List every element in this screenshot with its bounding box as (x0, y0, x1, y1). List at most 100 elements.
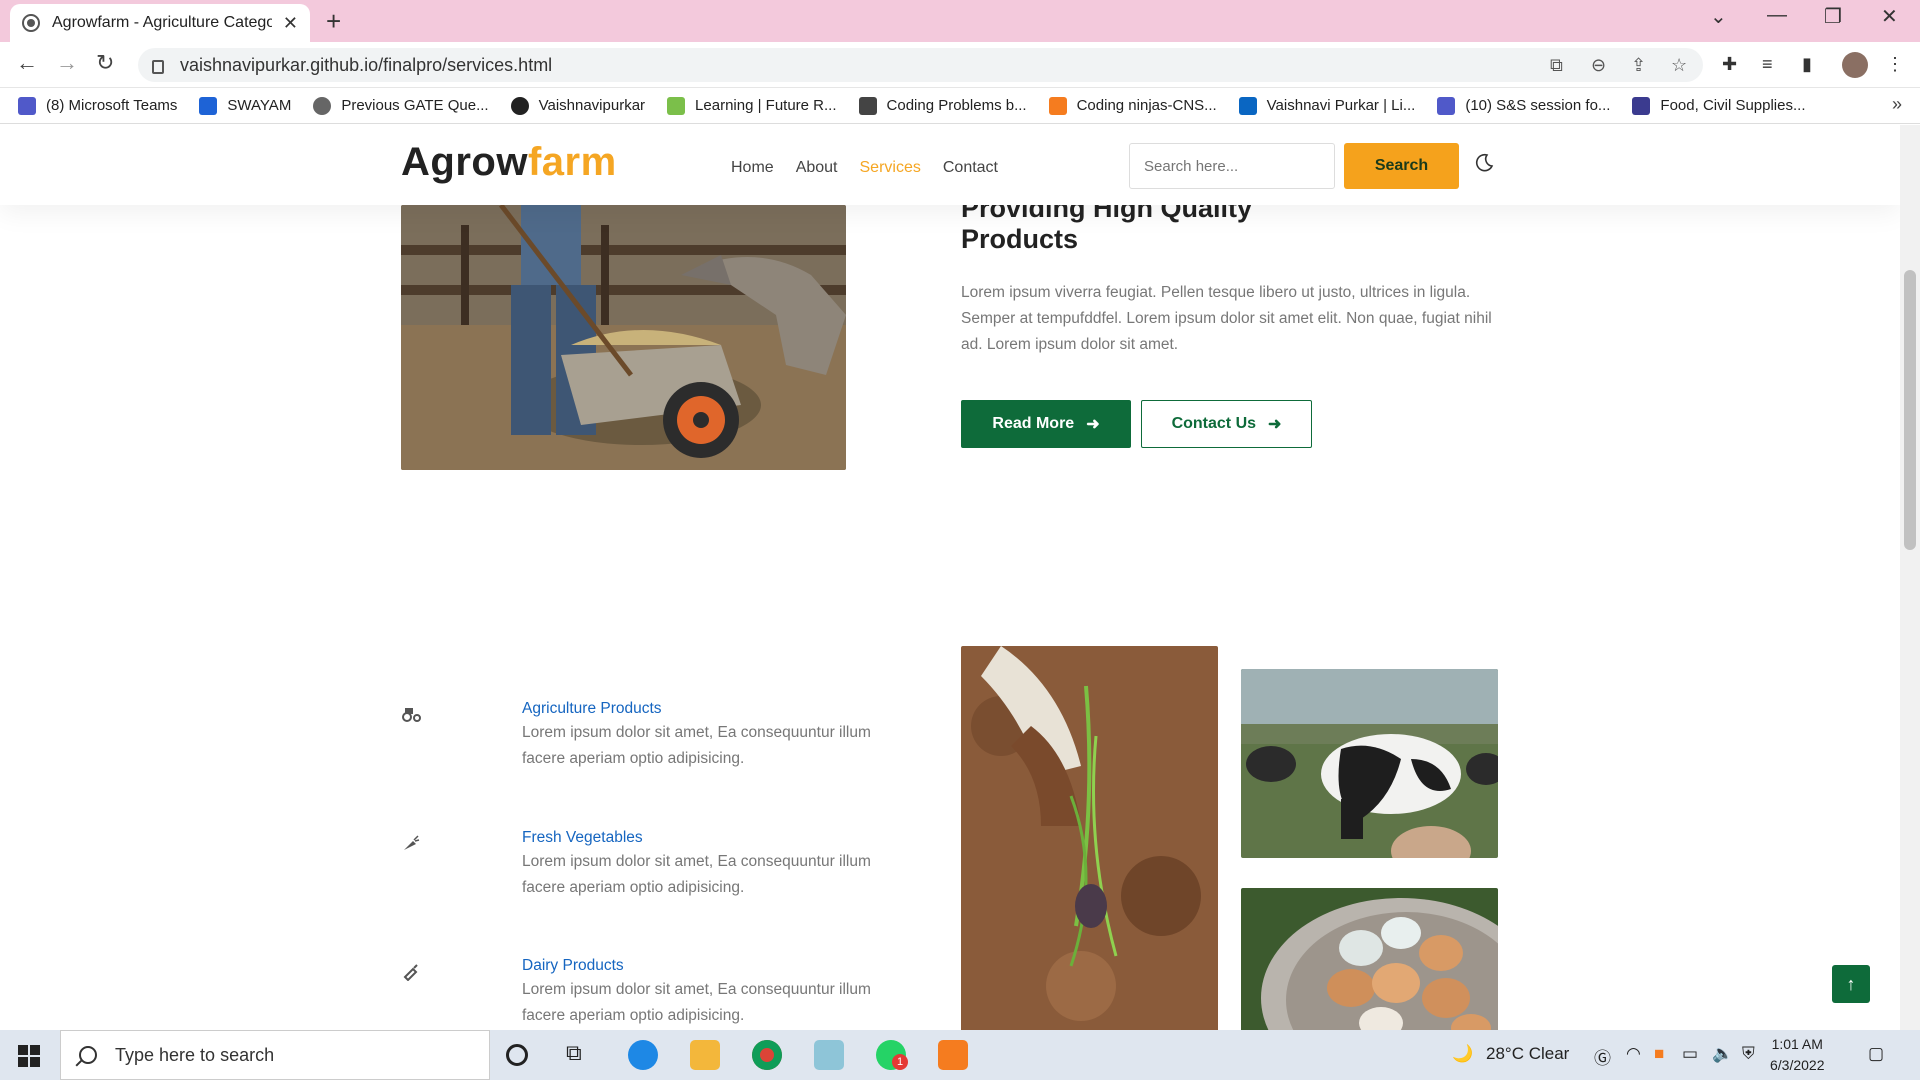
security-icon[interactable]: ⛨ (1742, 1044, 1755, 1064)
service-description: Lorem ipsum dolor sit amet, Ea consequun… (522, 981, 871, 1024)
extensions-icon[interactable]: ✚ (1722, 54, 1737, 75)
coding-ninjas-icon (1048, 96, 1067, 115)
nic-icon (1632, 96, 1651, 115)
bookmark-item[interactable]: Learning | Future R... (667, 96, 837, 115)
quick-heal-tray-icon[interactable]: ■ (1654, 1044, 1664, 1064)
weather-text[interactable]: 28°C Clear (1486, 1044, 1569, 1064)
bookmark-label: Vaishnavi Purkar | Li... (1266, 97, 1416, 114)
service-description: Lorem ipsum dolor sit amet, Ea consequun… (522, 853, 871, 896)
learning-icon (667, 96, 686, 115)
read-more-button[interactable]: Read More ➜ (961, 400, 1131, 448)
edge-icon[interactable] (628, 1040, 658, 1070)
clock[interactable]: 1:01 AM 6/3/2022 (1770, 1034, 1825, 1076)
volume-icon[interactable]: 🔈 (1712, 1044, 1733, 1064)
notepad-icon[interactable] (814, 1040, 844, 1070)
omnibox[interactable]: vaishnavipurkar.github.io/finalpro/servi… (138, 48, 1703, 82)
service-title[interactable]: Fresh Vegetables (522, 829, 643, 847)
dark-mode-moon-icon[interactable] (1474, 153, 1494, 173)
bookmark-item[interactable]: Food, Civil Supplies... (1632, 96, 1806, 115)
reload-icon[interactable]: ↻ (96, 50, 114, 76)
address-bar-row: ← → ↻ vaishnavipurkar.github.io/finalpro… (0, 42, 1920, 88)
scrollbar-thumb[interactable] (1904, 270, 1916, 550)
bookmark-label: (10) S&S session fo... (1465, 97, 1611, 114)
clock-date: 6/3/2022 (1770, 1057, 1825, 1073)
close-tab-icon[interactable]: ✕ (283, 13, 298, 34)
tab-title: Agrowfarm - Agriculture Category (52, 14, 272, 31)
globe-icon (22, 14, 40, 32)
bookmark-star-icon[interactable]: ☆ (1671, 55, 1687, 76)
bookmark-item[interactable]: (10) S&S session fo... (1437, 96, 1611, 115)
side-panel-icon[interactable]: ▮ (1802, 54, 1812, 75)
nav-home[interactable]: Home (731, 159, 774, 177)
hero-title-line2: Products (961, 224, 1079, 254)
file-explorer-icon[interactable] (690, 1040, 720, 1070)
grammarly-icon[interactable]: Ⓖ (1594, 1044, 1611, 1069)
service-title[interactable]: Dairy Products (522, 957, 624, 975)
nav-contact[interactable]: Contact (943, 159, 998, 177)
back-icon[interactable]: ← (16, 50, 38, 76)
bookmark-item[interactable]: SWAYAM (199, 96, 291, 115)
eggs-image (1241, 888, 1498, 1030)
battery-icon[interactable]: ▭ (1682, 1044, 1698, 1064)
task-view-icon[interactable]: ⧉ (566, 1040, 596, 1070)
bookmark-item[interactable]: Vaishnavi Purkar | Li... (1238, 96, 1416, 115)
quick-heal-icon[interactable] (938, 1040, 968, 1070)
browser-tab[interactable]: Agrowfarm - Agriculture Category ✕ (10, 4, 310, 42)
new-tab-icon[interactable]: + (326, 6, 341, 37)
carrot-icon (404, 835, 420, 850)
chrome-icon[interactable] (752, 1040, 782, 1070)
teams-icon (1437, 96, 1456, 115)
logo-main: Agrow (401, 140, 528, 184)
bookmark-item[interactable]: Previous GATE Que... (313, 96, 489, 115)
weather-moon-icon[interactable]: 🌙 (1452, 1044, 1473, 1064)
swayam-icon (199, 96, 218, 115)
bookmark-item[interactable]: Vaishnavipurkar (510, 96, 645, 115)
contact-us-label: Contact Us (1171, 415, 1257, 432)
minimize-icon[interactable]: — (1767, 4, 1787, 27)
logo-accent: farm (527, 140, 617, 184)
tractor-icon (402, 708, 421, 722)
more-bookmarks-icon[interactable]: » (1892, 94, 1902, 115)
gate-icon (313, 96, 332, 115)
scrollbar[interactable] (1900, 125, 1920, 1030)
bookmark-item[interactable]: (8) Microsoft Teams (18, 96, 178, 115)
service-title[interactable]: Agriculture Products (522, 700, 662, 718)
bookmark-label: (8) Microsoft Teams (46, 97, 178, 114)
notifications-icon[interactable]: ▢ (1868, 1044, 1884, 1064)
web-page: Agrowfarm Home About Services Contact Se… (0, 125, 1900, 1030)
wifi-icon[interactable]: ◠ (1626, 1044, 1641, 1064)
cortana-icon[interactable] (506, 1044, 528, 1066)
bookmark-label: Previous GATE Que... (341, 97, 489, 114)
tab-search-icon[interactable]: ⌄ (1710, 4, 1727, 29)
bottle-icon (403, 964, 418, 981)
lock-icon[interactable] (152, 60, 164, 74)
profile-avatar[interactable] (1842, 52, 1868, 78)
bookmark-label: Coding ninjas-CNS... (1076, 97, 1217, 114)
nav-services[interactable]: Services (860, 159, 921, 177)
translate-icon[interactable]: ⧉ (1550, 55, 1563, 76)
url-text[interactable]: vaishnavipurkar.github.io/finalpro/servi… (180, 55, 552, 76)
bookmark-item[interactable]: Coding ninjas-CNS... (1048, 96, 1217, 115)
forward-icon[interactable]: → (56, 50, 78, 76)
arrow-right-icon: ➜ (1268, 416, 1282, 433)
windows-start-icon[interactable] (18, 1045, 40, 1067)
share-icon[interactable]: ⇪ (1631, 55, 1646, 76)
search-button[interactable]: Search (1344, 143, 1459, 189)
taskbar-search-box[interactable]: Type here to search (60, 1030, 490, 1080)
bookmark-label: Coding Problems b... (886, 97, 1027, 114)
media-icon[interactable]: ≡ (1762, 54, 1773, 75)
search-input[interactable] (1129, 143, 1335, 189)
bookmark-item[interactable]: Coding Problems b... (858, 96, 1027, 115)
restore-icon[interactable]: ❐ (1824, 4, 1842, 29)
nav-about[interactable]: About (796, 159, 838, 177)
close-window-icon[interactable]: ✕ (1881, 4, 1898, 29)
menu-icon[interactable]: ⋮ (1886, 54, 1904, 75)
zoom-icon[interactable]: ⊖ (1591, 55, 1606, 76)
whatsapp-badge: 1 (892, 1054, 908, 1070)
contact-us-button[interactable]: Contact Us ➜ (1141, 400, 1312, 448)
teams-icon (18, 96, 36, 115)
site-logo[interactable]: Agrowfarm (401, 140, 617, 185)
bookmarks-bar: (8) Microsoft Teams SWAYAM Previous GATE… (0, 88, 1920, 124)
planting-image (961, 646, 1218, 1030)
back-to-top-button[interactable]: ↑ (1832, 965, 1870, 1003)
